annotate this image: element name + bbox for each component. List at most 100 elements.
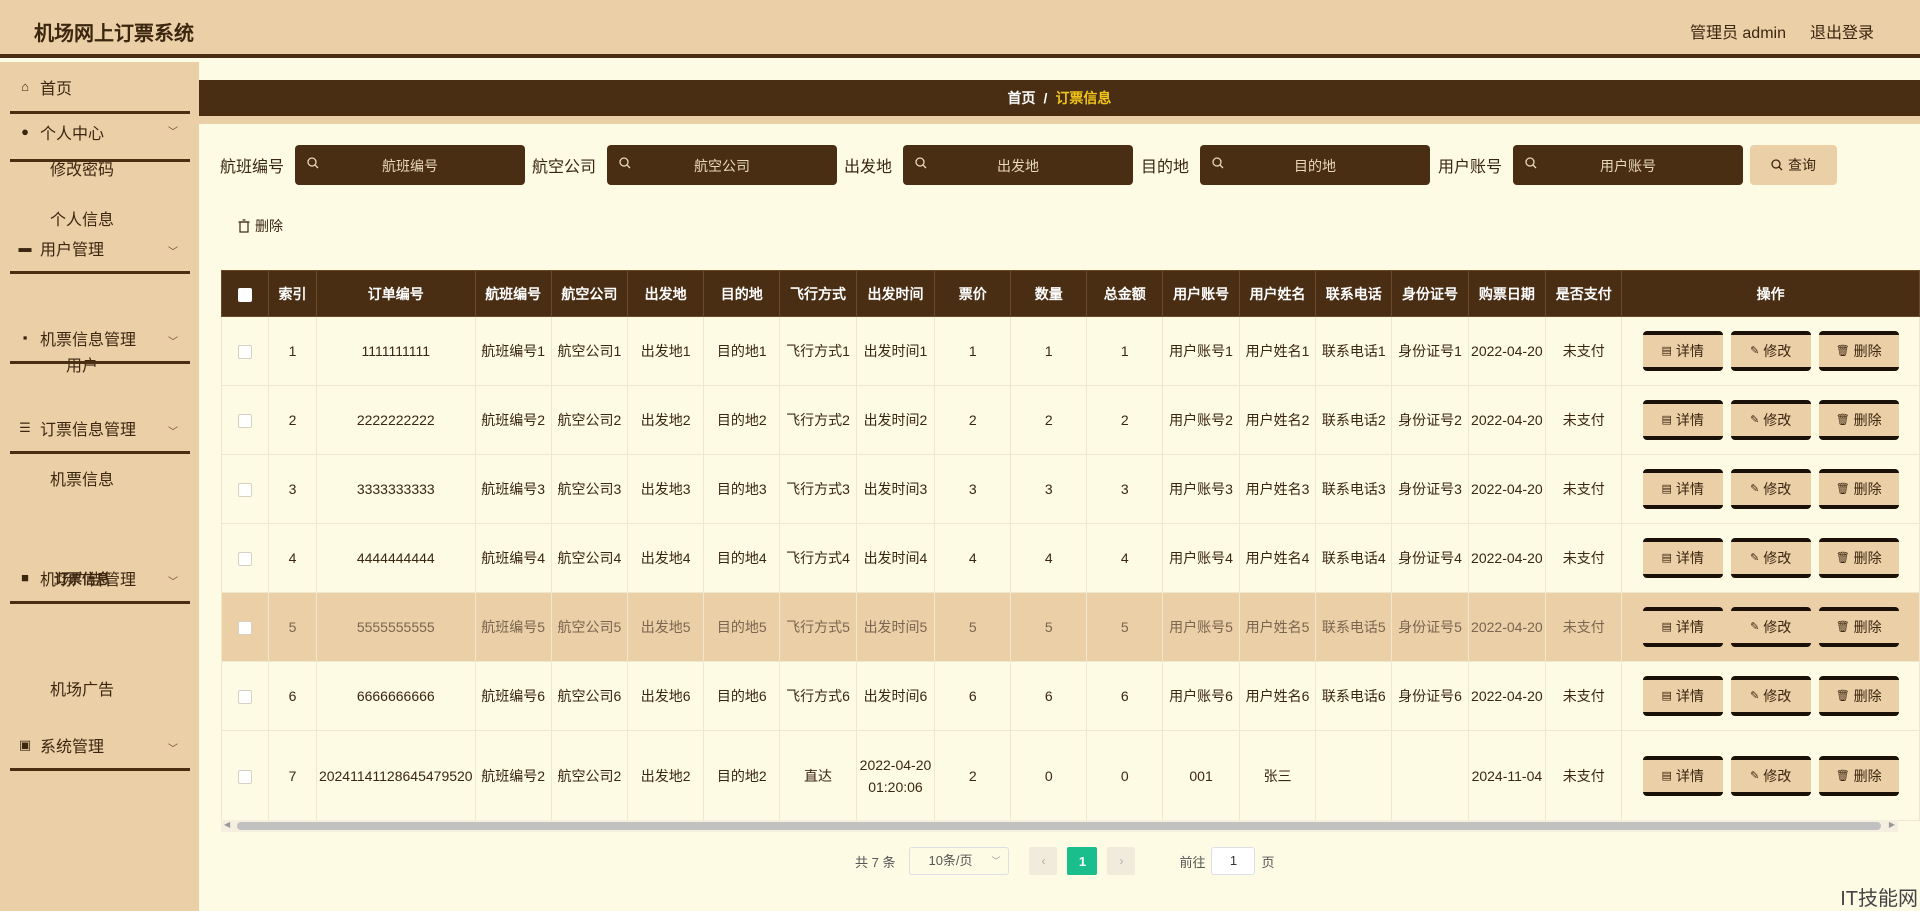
table-cell: 2024-11-04	[1467, 730, 1547, 821]
table-cell: 身份证号6	[1391, 661, 1469, 731]
table-cell: 2022-04-20 01:20:06	[855, 730, 936, 821]
origin-input[interactable]: 出发地	[903, 145, 1134, 185]
horizontal-scrollbar[interactable]: ◀ ▶	[221, 820, 1898, 832]
row-select-cell[interactable]	[220, 730, 270, 821]
row-checkbox[interactable]	[238, 769, 253, 784]
row-checkbox[interactable]	[238, 621, 253, 636]
delete-button[interactable]: 🗑 删除	[1818, 755, 1899, 796]
scroll-right-icon[interactable]: ▶	[1889, 820, 1895, 829]
edit-button[interactable]: ✎ 修改	[1730, 755, 1811, 796]
batch-delete-button[interactable]: 删除	[238, 216, 283, 236]
edit-button[interactable]: ✎ 修改	[1730, 676, 1811, 716]
table-row[interactable]: 1 1111111111 航班编号1 航空公司1 出发地1 目的地1 飞行方式1 出发时间1 1…	[220, 316, 1920, 386]
edit-button[interactable]: ✎ 修改	[1730, 400, 1811, 440]
sidebar-item-ticket-mgmt[interactable]: ▪ 机票信息管理 ﹀	[10, 314, 190, 364]
row-checkbox[interactable]	[238, 345, 253, 360]
row-select-cell[interactable]	[220, 661, 270, 731]
table-cell: 航班编号1	[474, 316, 552, 386]
column-header: 目的地	[703, 270, 781, 317]
sidebar-item-ticket-info[interactable]: 机票信息	[50, 466, 114, 490]
select-all-cell[interactable]	[220, 270, 270, 317]
sidebar-item-label: 系统管理	[40, 738, 105, 756]
row-select-cell[interactable]	[220, 385, 270, 455]
table-row[interactable]: 3 3333333333 航班编号3 航空公司3 出发地3 目的地3 飞行方式3 出发时间3 3…	[220, 454, 1920, 524]
table-cell: 6	[1010, 661, 1088, 731]
scrollbar-thumb[interactable]	[237, 822, 1881, 830]
delete-button[interactable]: 🗑 删除	[1818, 331, 1899, 371]
detail-button[interactable]: ▤ 详情	[1642, 400, 1723, 440]
sidebar-item-ad-mgmt[interactable]: ■ 机场广告管理 ﹀	[10, 554, 190, 604]
row-select-cell[interactable]	[220, 592, 270, 662]
row-select-cell[interactable]	[220, 454, 270, 524]
edit-label: 修改	[1763, 550, 1792, 566]
select-all-checkbox[interactable]	[238, 287, 253, 302]
next-page-button[interactable]: ›	[1107, 847, 1136, 875]
table-cell: 2022-04-20	[1467, 661, 1547, 731]
delete-button[interactable]: 🗑 删除	[1818, 469, 1899, 509]
sidebar-item-personal[interactable]: ● 个人中心 ﹀	[10, 104, 190, 162]
breadcrumb-home[interactable]: 首页	[1008, 90, 1036, 106]
scroll-left-icon[interactable]: ◀	[224, 820, 230, 829]
row-checkbox[interactable]	[238, 690, 253, 705]
sidebar-item-change-password[interactable]: 修改密码	[50, 156, 114, 180]
page-size-select[interactable]: 10条/页 ﹀	[909, 847, 1010, 875]
sidebar-item-order-mgmt[interactable]: ☰ 订票信息管理 ﹀	[10, 404, 190, 454]
table-row[interactable]: 6 6666666666 航班编号6 航空公司6 出发地6 目的地6 飞行方式6 出发时间6 6…	[220, 661, 1920, 731]
detail-button[interactable]: ▤ 详情	[1642, 469, 1723, 509]
table-cell: 5	[1010, 592, 1088, 662]
query-button[interactable]: 查询	[1750, 145, 1837, 185]
row-checkbox[interactable]	[238, 552, 253, 567]
row-select-cell[interactable]	[220, 523, 270, 593]
prev-page-button[interactable]: ‹	[1029, 847, 1058, 875]
flight-no-input[interactable]: 航班编号	[295, 145, 526, 185]
edit-button[interactable]: ✎ 修改	[1730, 469, 1811, 509]
edit-button[interactable]: ✎ 修改	[1730, 331, 1811, 371]
table-cell: 2022-04-20	[1467, 523, 1547, 593]
table-cell: 目的地2	[703, 730, 781, 821]
edit-button[interactable]: ✎ 修改	[1730, 607, 1811, 647]
detail-button[interactable]: ▤ 详情	[1642, 607, 1723, 647]
detail-button[interactable]: ▤ 详情	[1642, 331, 1723, 371]
search-icon	[1771, 159, 1783, 171]
delete-button[interactable]: 🗑 删除	[1818, 538, 1899, 578]
table-cell: 2022-04-20	[1467, 592, 1547, 662]
delete-button[interactable]: 🗑 删除	[1818, 676, 1899, 716]
origin-placeholder: 出发地	[997, 158, 1040, 174]
table-row[interactable]: 5 5555555555 航班编号5 航空公司5 出发地5 目的地5 飞行方式5 出发时间5 5…	[220, 592, 1920, 662]
detail-button[interactable]: ▤ 详情	[1642, 755, 1723, 796]
actions-cell: ▤ 详情 ✎ 修改 🗑 删除	[1621, 661, 1920, 731]
detail-button[interactable]: ▤ 详情	[1642, 538, 1723, 578]
logout-link[interactable]: 退出登录	[1810, 19, 1874, 43]
current-page[interactable]: 1	[1067, 847, 1098, 875]
table-cell: 用户姓名6	[1238, 661, 1317, 731]
sidebar-item-ad[interactable]: 机场广告	[50, 676, 114, 700]
row-checkbox[interactable]	[238, 483, 253, 498]
table-cell: 未支付	[1545, 454, 1623, 524]
row-actions: ▤ 详情 ✎ 修改 🗑 删除	[1624, 755, 1917, 796]
sidebar-item-user-mgmt[interactable]: ▬ 用户管理 ﹀	[10, 224, 190, 274]
table-row[interactable]: 2 2222222222 航班编号2 航空公司2 出发地2 目的地2 飞行方式2 出发时间2 2…	[220, 385, 1920, 455]
table-cell: 联系电话4	[1315, 523, 1393, 593]
dest-input[interactable]: 目的地	[1200, 145, 1431, 185]
trash-icon: 🗑	[1835, 621, 1850, 633]
table-cell: 3	[1086, 454, 1164, 524]
admin-user[interactable]: 管理员 admin	[1690, 19, 1786, 43]
delete-button[interactable]: 🗑 删除	[1818, 400, 1899, 440]
table-row[interactable]: 7 20241141128645479520 航班编号2 航空公司2 出发地2 目的地2 直…	[220, 730, 1920, 821]
goto-input[interactable]: 1	[1211, 847, 1256, 875]
table-row[interactable]: 4 4444444444 航班编号4 航空公司4 出发地4 目的地4 飞行方式4 出发时间4 4…	[220, 523, 1920, 593]
account-input[interactable]: 用户账号	[1513, 145, 1744, 185]
document-icon: ▤	[1661, 621, 1672, 633]
row-actions: ▤ 详情 ✎ 修改 🗑 删除	[1624, 331, 1917, 371]
delete-button[interactable]: 🗑 删除	[1818, 607, 1899, 647]
edit-button[interactable]: ✎ 修改	[1730, 538, 1811, 578]
airline-input[interactable]: 航空公司	[607, 145, 838, 185]
sidebar-item-sys-mgmt[interactable]: ▣ 系统管理 ﹀	[10, 721, 190, 771]
actions-cell: ▤ 详情 ✎ 修改 🗑 删除	[1621, 385, 1920, 455]
row-checkbox[interactable]	[238, 414, 253, 429]
row-select-cell[interactable]	[220, 316, 270, 386]
table-cell: 2	[268, 385, 317, 455]
detail-button[interactable]: ▤ 详情	[1642, 676, 1723, 716]
account-placeholder: 用户账号	[1600, 158, 1657, 174]
table-cell: 用户姓名4	[1238, 523, 1317, 593]
